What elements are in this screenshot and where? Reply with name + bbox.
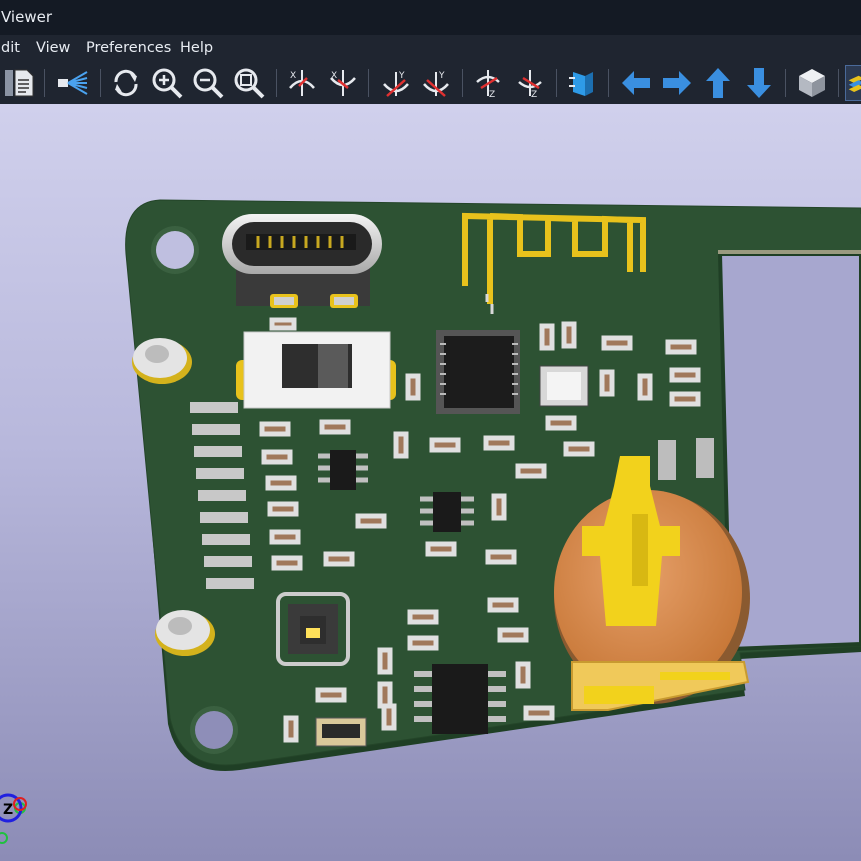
toolbar-separator xyxy=(556,69,557,97)
mcu-chip xyxy=(436,330,520,414)
flip-board-icon[interactable] xyxy=(564,65,600,101)
toolbar-separator xyxy=(785,69,786,97)
mounting-hole xyxy=(151,226,199,274)
svg-text:Y: Y xyxy=(438,71,445,81)
layers-icon[interactable] xyxy=(845,65,861,101)
zoom-out-icon[interactable] xyxy=(190,65,226,101)
move-up-icon[interactable] xyxy=(700,65,736,101)
toolbar-separator xyxy=(462,69,463,97)
zoom-in-icon[interactable] xyxy=(149,65,185,101)
svg-text:X: X xyxy=(331,71,337,81)
3d-viewport[interactable]: Z xyxy=(0,104,861,861)
move-left-icon[interactable] xyxy=(618,65,654,101)
title-bar: Viewer xyxy=(0,0,861,35)
page-setup-icon[interactable] xyxy=(2,65,38,101)
reload-icon[interactable] xyxy=(108,65,144,101)
svg-text:X: X xyxy=(290,71,296,81)
usb-c-connector xyxy=(222,214,382,308)
svg-text:Y: Y xyxy=(398,71,405,81)
pcb-board[interactable] xyxy=(125,199,861,771)
raytrace-icon[interactable] xyxy=(54,65,90,101)
small-connector xyxy=(315,717,367,747)
crystal xyxy=(539,365,589,407)
mounting-hole xyxy=(190,706,238,754)
rotate-z-cw-icon[interactable]: Z xyxy=(470,65,506,101)
window-title: Viewer xyxy=(1,8,52,26)
toolbar: X X Y Y Z Z xyxy=(0,61,861,104)
axis-gizmo: Z xyxy=(0,793,27,844)
toolbar-separator xyxy=(44,69,45,97)
move-down-icon[interactable] xyxy=(741,65,777,101)
axis-z-label: Z xyxy=(3,802,13,818)
menu-help[interactable]: Help xyxy=(180,35,213,61)
menu-edit[interactable]: dit xyxy=(1,35,20,61)
ortho-view-icon[interactable] xyxy=(794,65,830,101)
rotate-y-cw-icon[interactable]: Y xyxy=(378,65,414,101)
menu-bar: dit View Preferences Help xyxy=(0,35,861,61)
toolbar-separator xyxy=(608,69,609,97)
toolbar-separator xyxy=(838,69,839,97)
zoom-fit-icon[interactable] xyxy=(231,65,267,101)
move-right-icon[interactable] xyxy=(659,65,695,101)
svg-text:Z: Z xyxy=(531,90,537,100)
slide-switch xyxy=(236,331,396,409)
menu-preferences[interactable]: Preferences xyxy=(86,35,171,61)
toolbar-separator xyxy=(100,69,101,97)
toolbar-separator xyxy=(276,69,277,97)
led xyxy=(276,592,350,666)
menu-view[interactable]: View xyxy=(36,35,70,61)
rotate-x-ccw-icon[interactable]: X xyxy=(325,65,361,101)
rotate-y-ccw-icon[interactable]: Y xyxy=(418,65,454,101)
toolbar-separator xyxy=(368,69,369,97)
svg-text:Z: Z xyxy=(489,90,495,100)
rotate-z-ccw-icon[interactable]: Z xyxy=(512,65,548,101)
rotate-x-cw-icon[interactable]: X xyxy=(284,65,320,101)
